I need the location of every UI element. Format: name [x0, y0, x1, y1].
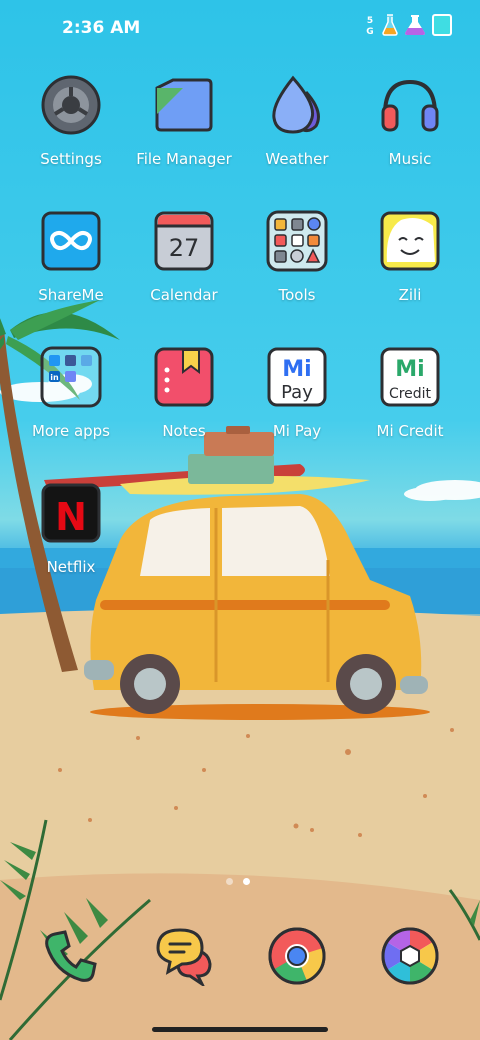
app-weather[interactable]: Weather: [240, 74, 354, 168]
app-calendar[interactable]: 27 Calendar: [127, 210, 241, 304]
app-zili[interactable]: Zili: [353, 210, 467, 304]
app-label: File Manager: [136, 150, 232, 168]
app-mi-credit[interactable]: Mi Credit Mi Credit: [353, 346, 467, 440]
app-label: Tools: [278, 286, 316, 304]
calendar-day: 27: [169, 234, 200, 262]
mi-pay-sub: Pay: [281, 382, 313, 403]
app-label: Zili: [398, 286, 422, 304]
mi-credit-sub: Credit: [389, 386, 432, 402]
netflix-icon: N: [40, 482, 102, 544]
app-label: Calendar: [150, 286, 218, 304]
status-time: 2:36 AM: [62, 18, 141, 38]
smiley-face-icon: [379, 210, 441, 272]
mi-credit-icon: Mi Credit: [379, 346, 441, 408]
svg-text:5: 5: [367, 16, 373, 26]
app-label: Settings: [40, 150, 102, 168]
app-label: Weather: [265, 150, 329, 168]
app-tools-folder[interactable]: Tools: [240, 210, 354, 304]
camera-aperture-icon: [380, 926, 440, 986]
app-label: Mi Pay: [272, 422, 322, 440]
app-label: Netflix: [46, 558, 96, 576]
water-drop-icon: [266, 74, 328, 136]
app-label: Music: [388, 150, 432, 168]
app-settings[interactable]: Settings: [14, 74, 128, 168]
mi-credit-brand: Mi: [395, 357, 424, 382]
app-mi-pay[interactable]: Mi Pay Mi Pay: [240, 346, 354, 440]
app-more-apps-folder[interactable]: in More apps: [14, 346, 128, 440]
home-screen: 2:36 AM 5G Settings File Manager Weather…: [0, 0, 480, 1040]
page-indicator: [226, 878, 250, 885]
page-dot[interactable]: [226, 878, 233, 885]
notes-bookmark-icon: [153, 346, 215, 408]
app-netflix[interactable]: N Netflix: [14, 482, 128, 576]
app-label: ShareMe: [38, 286, 104, 304]
dock-phone[interactable]: [14, 926, 128, 986]
flask-purple-icon: [404, 14, 426, 40]
mi-pay-icon: Mi Pay: [266, 346, 328, 408]
mi-pay-brand: Mi: [282, 357, 311, 382]
5g-icon: 5G: [364, 14, 376, 40]
settings-gear-icon: [40, 74, 102, 136]
dock-chrome[interactable]: [240, 926, 354, 986]
status-bar: 2:36 AM 5G: [0, 0, 480, 56]
folder-icon: [153, 74, 215, 136]
dock-messages[interactable]: [127, 926, 241, 989]
more-apps-folder-icon: in: [40, 346, 102, 408]
app-label: Mi Credit: [376, 422, 444, 440]
headphones-icon: [379, 74, 441, 136]
app-notes[interactable]: Notes: [127, 346, 241, 440]
app-shareme[interactable]: ShareMe: [14, 210, 128, 304]
netflix-letter: N: [55, 495, 87, 539]
app-label: Notes: [162, 422, 206, 440]
linkedin-badge: in: [50, 373, 59, 382]
app-music[interactable]: Music: [353, 74, 467, 168]
chrome-icon: [267, 926, 327, 986]
svg-text:G: G: [366, 27, 373, 36]
tools-folder-icon: [266, 210, 328, 272]
page-dot-active[interactable]: [243, 878, 250, 885]
infinity-icon: [40, 210, 102, 272]
flask-orange-icon: [382, 14, 398, 40]
app-label: More apps: [31, 422, 110, 440]
chat-bubble-icon: [154, 926, 214, 989]
calendar-icon: 27: [153, 210, 215, 272]
app-file-manager[interactable]: File Manager: [127, 74, 241, 168]
phone-icon: [41, 926, 101, 986]
dock-gallery[interactable]: [353, 926, 467, 986]
status-icons: 5G: [364, 14, 452, 40]
battery-icon: [432, 14, 452, 40]
gesture-nav-bar[interactable]: [152, 1027, 328, 1032]
